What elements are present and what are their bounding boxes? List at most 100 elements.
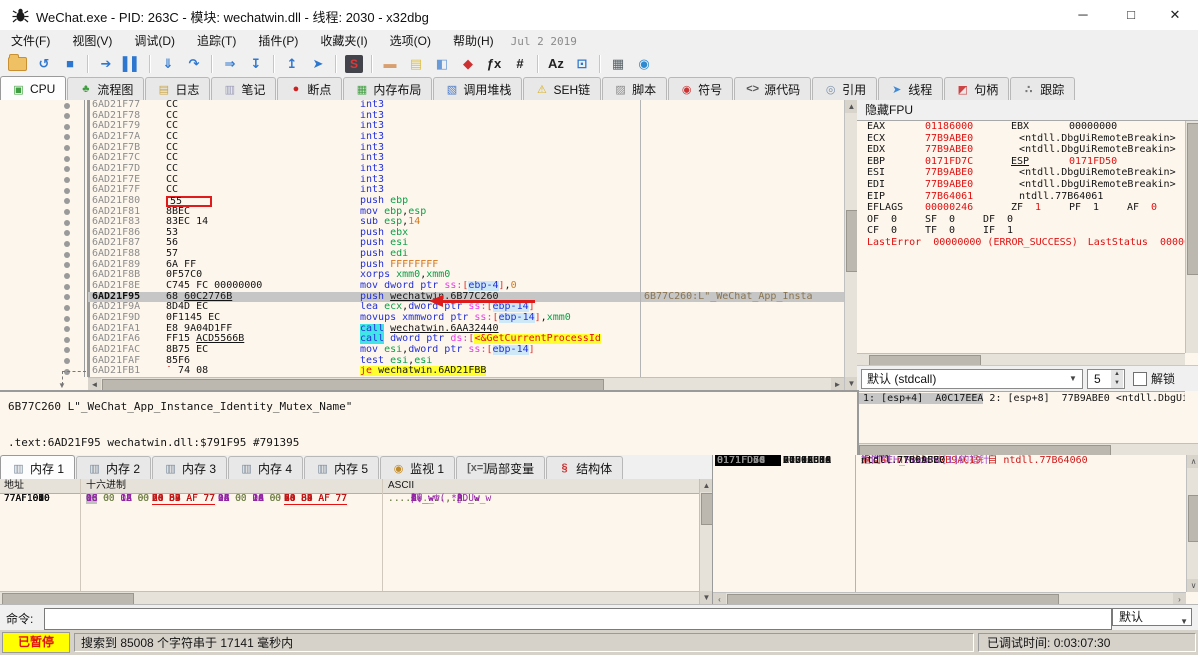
comments-icon[interactable]: ▤ [404, 54, 428, 74]
strings-icon[interactable]: S [345, 55, 363, 73]
flag-value[interactable]: 1 [1035, 202, 1069, 214]
register-value[interactable]: 00000246 [925, 202, 1001, 214]
disasm-horizontal-scrollbar[interactable]: ◄ ► [88, 377, 844, 391]
scroll-thumb[interactable] [1188, 495, 1198, 542]
tab-符号[interactable]: ◉ 符号 [668, 77, 734, 100]
disasm-row[interactable]: 6AD21F7C CC int3 [88, 153, 844, 164]
register-value[interactable]: 77B64061 [925, 191, 1001, 203]
flag-value[interactable]: 0 [949, 225, 983, 237]
patch-icon[interactable]: ▬ [378, 54, 402, 74]
disasm-row[interactable]: 6AD21F9A 8D4D EC lea ecx,dword ptr ss:[ebp… [88, 302, 844, 313]
argument-count-stepper[interactable]: 5 ▲ ▼ [1087, 368, 1125, 389]
register-value[interactable]: 00000000 [1069, 121, 1145, 133]
command-input[interactable] [44, 608, 1112, 630]
stepper-down-icon[interactable]: ▼ [1111, 378, 1123, 388]
disasm-vertical-scrollbar[interactable]: ▲ ▼ [844, 100, 859, 390]
registers-vertical-scrollbar[interactable] [1185, 121, 1198, 353]
text-encoding-icon[interactable]: Az [544, 54, 568, 74]
hash-icon[interactable]: # [508, 54, 532, 74]
flag-value[interactable]: 0 [949, 214, 983, 226]
step-into-icon[interactable]: ⇓ [156, 54, 180, 74]
disasm-row[interactable]: 6AD21F79 CC int3 [88, 121, 844, 132]
flag-value[interactable]: 0 [1151, 202, 1185, 214]
disasm-row[interactable]: 6AD21F7E CC int3 [88, 174, 844, 186]
tab-内存布局[interactable]: ▦ 内存布局 [343, 77, 433, 100]
tab-调用堆栈[interactable]: ▧ 调用堆栈 [433, 77, 523, 100]
disasm-row[interactable]: 6AD21F87 56 push esi [88, 238, 844, 249]
calculator-icon[interactable]: ▦ [606, 54, 630, 74]
restart-icon[interactable]: ↺ [32, 54, 56, 74]
disasm-row[interactable]: 6AD21FB1 ˇ 74 08 je wechatwin.6AD21FBB [88, 366, 844, 377]
chevron-down-icon[interactable]: ▼ [1066, 372, 1080, 386]
flag-value[interactable]: 0 [891, 225, 925, 237]
step-over-icon[interactable]: ↷ [182, 54, 206, 74]
disasm-row[interactable]: 6AD21F78 CC int3 [88, 110, 844, 122]
disasm-row[interactable]: 6AD21FAC 8B75 EC mov esi,dword ptr ss:[ebp… [88, 344, 844, 356]
dump-vertical-scrollbar[interactable]: ▲ ▼ [699, 479, 714, 604]
execute-till-return-icon[interactable]: ↧ [244, 54, 268, 74]
tab-跟踪[interactable]: ∴ 跟踪 [1010, 77, 1076, 100]
tab-线程[interactable]: ➤ 线程 [878, 77, 944, 100]
register-value[interactable]: 77B9ABE0 [925, 133, 1001, 145]
open-file-icon[interactable] [8, 54, 27, 71]
tab-源代码[interactable]: <> 源代码 [734, 77, 812, 100]
tab-流程图[interactable]: ♣ 流程图 [67, 77, 145, 100]
disasm-row[interactable]: 6AD21FA1 E8 9A04D1FF call wechatwin.6AA324… [88, 323, 844, 335]
flag-value[interactable]: 1 [1093, 202, 1127, 214]
menu-item[interactable]: 文件(F) [0, 30, 61, 52]
unlock-checkbox[interactable]: 解锁 [1133, 370, 1175, 387]
menu-item[interactable]: 帮助(H) [442, 30, 505, 52]
register-value[interactable]: 01186000 [925, 121, 1001, 133]
scroll-up-icon[interactable]: ∧ [1187, 455, 1198, 468]
pause-icon[interactable]: ▌▌ [120, 54, 144, 74]
tab-内存 4[interactable]: ▥ 内存 4 [228, 456, 304, 479]
argument-row[interactable]: 2: [esp+8] 77B9ABE0 <ntdll.DbgUiRemoteBr… [983, 393, 1185, 404]
flag-value[interactable]: 0 [891, 214, 925, 226]
flag-value[interactable]: 1 [1007, 225, 1041, 237]
run-to-user-code-icon[interactable]: ➤ [306, 54, 330, 74]
tab-CPU[interactable]: ▣ CPU [0, 76, 67, 101]
checkbox-box[interactable] [1133, 371, 1147, 386]
disasm-row[interactable]: 6AD21F7A CC int3 [88, 131, 844, 143]
tab-笔记[interactable]: ▥ 笔记 [211, 77, 277, 100]
disasm-row[interactable]: 6AD21F83 83EC 14 sub esp,14 [88, 217, 844, 228]
register-value[interactable]: 0171FD50 [1069, 156, 1145, 168]
tab-SEH链[interactable]: ⚠ SEH链 [523, 77, 602, 100]
disasm-row[interactable]: 6AD21FAF 85F6 test esi,esi [88, 355, 844, 367]
scroll-down-icon[interactable]: ∨ [1187, 579, 1198, 592]
register-value[interactable]: 77B9ABE0 [925, 179, 1001, 191]
disasm-row[interactable]: 6AD21F86 53 push ebx [88, 227, 844, 239]
step-out-icon[interactable]: ↥ [280, 54, 304, 74]
disasm-row[interactable]: 6AD21F80 55 push ebp [88, 195, 844, 207]
stack-vertical-scrollbar[interactable]: ∧ ∨ [1186, 455, 1198, 592]
menu-item[interactable]: 选项(O) [379, 30, 442, 52]
menu-item[interactable]: 调试(D) [123, 30, 186, 52]
register-value[interactable]: 0171FD7C [925, 156, 1001, 168]
calling-convention-select[interactable]: 默认 (stdcall) ▼ [861, 368, 1083, 389]
functions-icon[interactable]: ƒx [482, 54, 506, 74]
hide-fpu-button[interactable]: 隐藏FPU [857, 100, 1198, 121]
disasm-row[interactable]: 6AD21F7F CC int3 [88, 185, 844, 196]
disasm-row[interactable]: 6AD21FA6 FF15 ACD5566B call dword ptr ds:[… [88, 334, 844, 345]
disasm-row[interactable]: 6AD21F9D 0F1145 EC movups xmmword ptr ss:[… [88, 312, 844, 324]
tab-内存 2[interactable]: ▥ 内存 2 [76, 456, 152, 479]
disasm-row[interactable]: 6AD21F7D CC int3 [88, 163, 844, 175]
tab-内存 3[interactable]: ▥ 内存 3 [152, 456, 228, 479]
disasm-row[interactable]: 6AD21F88 57 push edi [88, 248, 844, 260]
tab-断点[interactable]: ● 断点 [277, 77, 343, 100]
run-icon[interactable]: ➔ [94, 54, 118, 74]
tab-内存 5[interactable]: ▥ 内存 5 [304, 456, 380, 479]
tab-句柄[interactable]: ◩ 句柄 [944, 77, 1010, 100]
tab-脚本[interactable]: ▨ 脚本 [602, 77, 668, 100]
dump-horizontal-scrollbar[interactable] [0, 591, 699, 605]
tab-引用[interactable]: ◎ 引用 [812, 77, 878, 100]
labels-icon[interactable]: ◧ [430, 54, 454, 74]
stack-pane[interactable]: 0171FD50 77B9AC19 返回到 ntdll.77B9AC19 自 ntd… [712, 455, 1198, 606]
command-script-dropdown[interactable]: 默认 ▼ [1112, 608, 1192, 626]
tab-局部变量[interactable]: [x=] 局部变量 [456, 456, 546, 479]
menu-item[interactable]: 插件(P) [247, 30, 309, 52]
tab-结构体[interactable]: § 结构体 [546, 456, 624, 479]
disassembly-pane[interactable]: 6AD21F77 CC int3 6AD21F78 CC int3 6AD21F79 CC in… [0, 100, 859, 391]
disasm-row[interactable]: 6AD21F77 CC int3 [88, 100, 844, 111]
bookmarks-icon[interactable]: ◆ [456, 54, 480, 74]
